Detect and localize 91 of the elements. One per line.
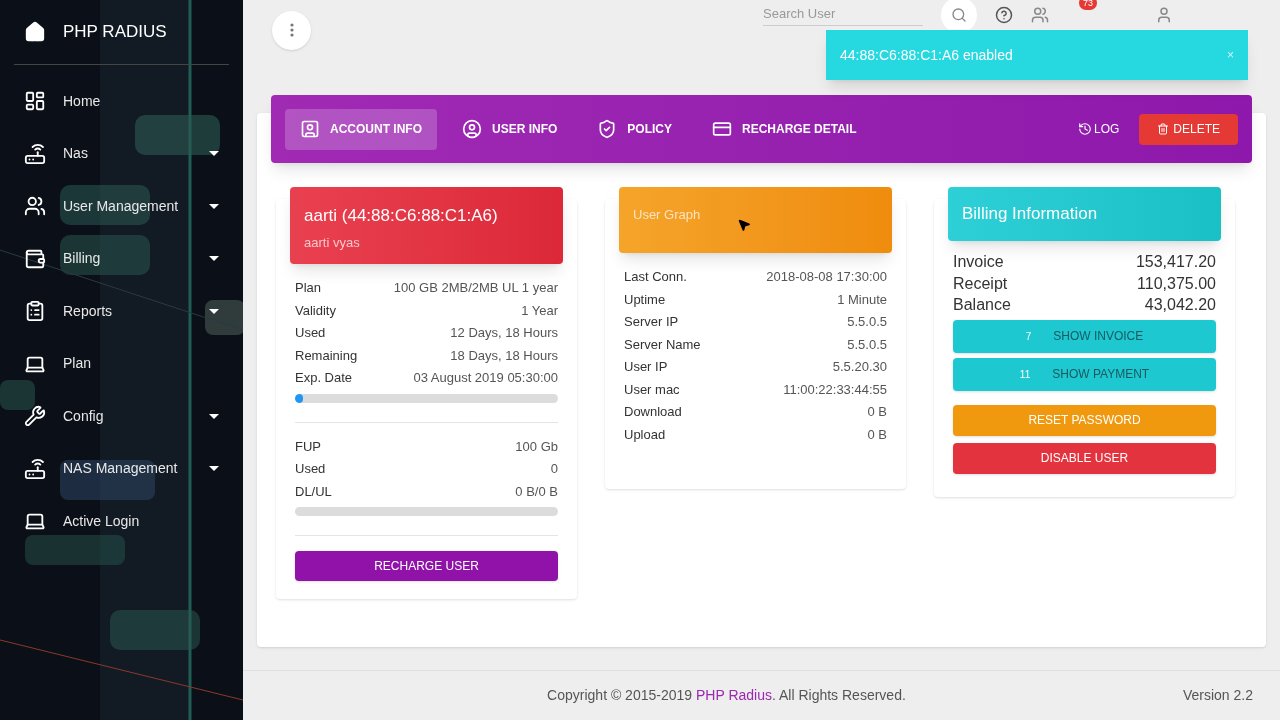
row-label: Server Name (624, 335, 701, 354)
account-title: aarti (44:88:C6:88:C1:A6) (304, 205, 499, 227)
help-icon[interactable] (995, 6, 1013, 24)
row-value: 5.5.0.5 (847, 335, 887, 354)
search-field[interactable]: Search User (763, 3, 923, 27)
sidebar-item[interactable]: Reports (14, 285, 229, 338)
row-label: FUP (295, 437, 321, 456)
row-value: 12 Days, 18 Hours (450, 324, 558, 342)
row-label: Invoice (953, 252, 1004, 272)
row-label: Server IP (624, 313, 679, 331)
row-value: 153,417.20 (1135, 252, 1216, 272)
sidebar-item[interactable]: Plan (14, 337, 229, 390)
shield-check-icon (597, 119, 618, 139)
row-label: Exp. Date (295, 369, 353, 387)
row-value: 5.5.20.30 (832, 358, 887, 376)
row-label: Receipt (953, 273, 1008, 294)
billing-link-button[interactable]: 7 SHOW INVOICE (953, 319, 1216, 353)
action-button[interactable]: DISABLE USER (953, 442, 1216, 474)
sidebar-item[interactable]: Billing (14, 232, 229, 285)
row-value: 0 B (867, 425, 887, 444)
router-icon (24, 142, 46, 165)
user-icon[interactable] (1155, 6, 1173, 24)
row-value: 0 B (867, 403, 887, 421)
row-value: 2018-08-08 17:30:00 (766, 268, 887, 286)
tab[interactable]: POLICY (582, 108, 687, 150)
row-label: Last Conn. (624, 268, 687, 286)
button-label: SHOW PAYMENT (1052, 366, 1150, 383)
row-value: 18 Days, 18 Hours (450, 346, 558, 365)
count-label: 11 (1019, 367, 1031, 382)
row-label: Used (295, 460, 326, 478)
row-value: 1 Minute (837, 290, 887, 309)
recharge-button[interactable]: RECHARGE USER (295, 551, 558, 581)
billing-title: Billing Information (962, 203, 1098, 226)
tab[interactable]: USER INFO (447, 108, 573, 150)
more-icon (289, 23, 294, 37)
cursor-icon (737, 217, 751, 233)
account-subtitle: aarti vyas (304, 233, 361, 252)
row-label: DL/UL (295, 482, 332, 501)
router-icon (24, 457, 46, 480)
row-value: 0 B/0 B (515, 482, 558, 501)
graph-title: User Graph (633, 206, 702, 224)
sidebar-item[interactable]: Active Login (14, 495, 229, 548)
row-label: Used (295, 324, 326, 342)
row-value: 03 August 2019 05:30:00 (413, 369, 558, 387)
users-badge: 73 (1079, 0, 1097, 10)
user-card-icon (300, 119, 320, 139)
log-button[interactable]: LOG (1067, 114, 1130, 144)
tab[interactable]: ACCOUNT INFO (285, 108, 437, 150)
sidebar-item[interactable]: Config (14, 390, 229, 443)
row-value: 0 (550, 460, 558, 478)
row-value: 100 GB 2MB/2MB UL 1 year (393, 279, 558, 297)
dashboard-icon (24, 90, 46, 113)
row-label: Uptime (624, 290, 666, 309)
wallet-icon (24, 247, 46, 270)
users-icon (24, 195, 46, 218)
row-label: Download (624, 403, 682, 421)
sidebar-item[interactable]: Nas (14, 127, 229, 180)
billing-link-button[interactable]: 11 SHOW PAYMENT (953, 357, 1216, 391)
delete-button[interactable]: DELETE (1139, 113, 1238, 145)
row-label: User IP (624, 358, 668, 376)
row-label: Upload (624, 425, 666, 444)
row-label: Balance (953, 295, 1011, 315)
trash-icon (1157, 123, 1170, 135)
copyright-text: Copyright © 2015-2019 PHP Radius. All Rights Reserved. (547, 686, 906, 705)
row-value: 110,375.00 (1137, 273, 1216, 294)
row-value: 11:00:22:33:44:55 (783, 380, 887, 399)
wrench-icon (24, 405, 46, 428)
users-icon[interactable] (1031, 6, 1049, 24)
row-label: User mac (624, 380, 680, 399)
search-icon (951, 7, 967, 23)
count-label: 7 (1025, 329, 1032, 344)
row-value: 43,042.20 (1144, 295, 1216, 315)
tab[interactable]: RECHARGE DETAIL (697, 108, 872, 150)
row-value: 5.5.0.5 (847, 313, 887, 331)
history-icon (1077, 122, 1092, 136)
clipboard-icon (24, 300, 46, 323)
row-label: Plan (295, 279, 322, 297)
credit-card-icon (712, 119, 732, 139)
row-value: 100 Gb (515, 437, 558, 456)
home-icon (24, 21, 46, 43)
sidebar-item[interactable]: Home (14, 75, 229, 128)
sidebar-item[interactable]: NAS Management (14, 442, 229, 495)
button-label: SHOW INVOICE (1053, 328, 1144, 345)
sidebar-item[interactable]: User Management (14, 180, 229, 233)
row-value: 1 Year (521, 301, 558, 320)
version-text: Version 2.2 (1182, 686, 1253, 705)
row-label: Remaining (295, 346, 358, 365)
toast-message: 44:88:C6:88:C1:A6 enabled (840, 45, 1014, 65)
user-circle-icon (462, 119, 482, 139)
brand-title: PHP RADIUS (63, 21, 167, 44)
row-label: Validity (295, 301, 336, 320)
